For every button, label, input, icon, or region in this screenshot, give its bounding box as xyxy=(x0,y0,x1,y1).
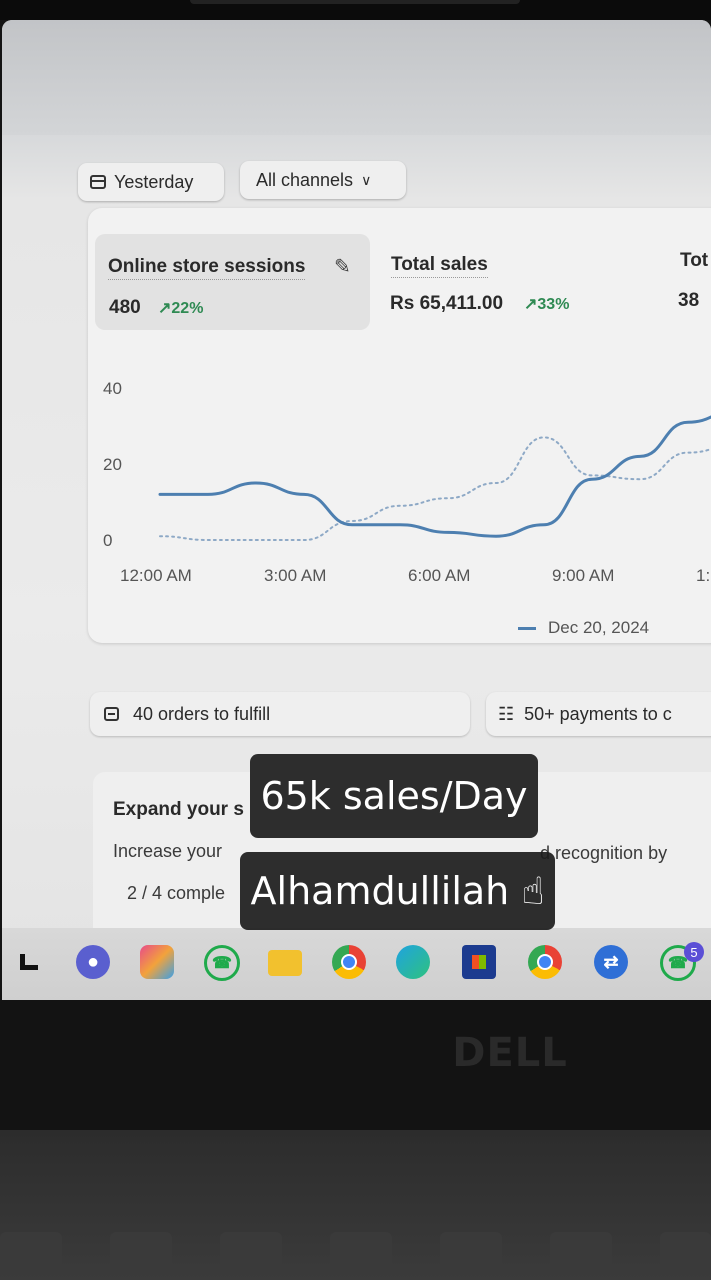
keyboard-key xyxy=(330,1232,392,1272)
x-tick-label: 12:00 AM xyxy=(120,566,192,585)
y-tick-label: 40 xyxy=(103,379,122,398)
caption-alhamdulillah: Alhamdullilah ☝ xyxy=(240,852,555,930)
store-icon[interactable] xyxy=(462,945,496,979)
chrome-profile-icon[interactable] xyxy=(528,945,562,979)
notification-badge: 5 xyxy=(684,942,704,962)
keyboard-key xyxy=(0,1232,62,1272)
laptop-brand-logo: DELL xyxy=(452,1030,568,1076)
y-axis-ticks: 40 20 0 xyxy=(103,379,122,550)
edge-icon[interactable] xyxy=(396,945,430,979)
x-tick-label: 3:00 AM xyxy=(264,566,326,585)
teamviewer-icon[interactable]: ⇄ xyxy=(594,945,628,979)
x-axis-ticks: 12:00 AM 3:00 AM 6:00 AM 9:00 AM 1: xyxy=(120,566,710,585)
expand-description: Increase your xyxy=(113,841,223,861)
x-tick-label: 6:00 AM xyxy=(408,566,470,585)
payments-button[interactable]: ☷ 50+ payments to c xyxy=(486,692,711,736)
keyboard-key xyxy=(110,1232,172,1272)
keyboard-key xyxy=(440,1232,502,1272)
primary-series-line xyxy=(158,415,711,538)
inbox-icon xyxy=(104,707,119,721)
expand-progress: 2 / 4 comple xyxy=(127,883,226,903)
task-view-icon[interactable] xyxy=(12,945,46,979)
legend-swatch xyxy=(518,626,536,630)
comparison-series-line xyxy=(159,436,711,541)
orders-to-fulfill-button[interactable]: 40 orders to fulfill xyxy=(90,692,470,736)
chart-series xyxy=(158,415,711,541)
caption-sales: 65k sales/Day xyxy=(250,754,538,838)
payments-label: 50+ payments to c xyxy=(524,703,672,724)
chart-legend: Dec 20, 2024 xyxy=(518,618,649,638)
copilot-icon[interactable] xyxy=(140,945,174,979)
meet-icon[interactable]: ● xyxy=(76,945,110,979)
expand-description-end: d recognition by xyxy=(540,843,668,863)
sessions-line-chart: 40 20 0 12:00 AM 3:00 AM 6:00 AM 9:00 AM 1: xyxy=(103,379,711,585)
chrome-icon[interactable] xyxy=(332,945,366,979)
y-tick-label: 20 xyxy=(103,455,122,474)
expand-title: Expand your s xyxy=(113,799,244,820)
payment-icon: ☷ xyxy=(498,703,515,724)
x-tick-label: 1: xyxy=(696,566,710,585)
orders-to-fulfill-label: 40 orders to fulfill xyxy=(133,703,271,724)
keyboard-key xyxy=(220,1232,282,1272)
whatsapp-icon[interactable]: ☎ xyxy=(204,945,240,981)
file-explorer-icon[interactable] xyxy=(268,950,302,976)
legend-label: Dec 20, 2024 xyxy=(548,618,650,637)
x-tick-label: 9:00 AM xyxy=(552,566,614,585)
keyboard-key xyxy=(550,1232,612,1272)
keyboard-key xyxy=(660,1232,711,1272)
laptop-bezel xyxy=(0,1000,711,1130)
y-tick-label: 0 xyxy=(103,531,112,550)
